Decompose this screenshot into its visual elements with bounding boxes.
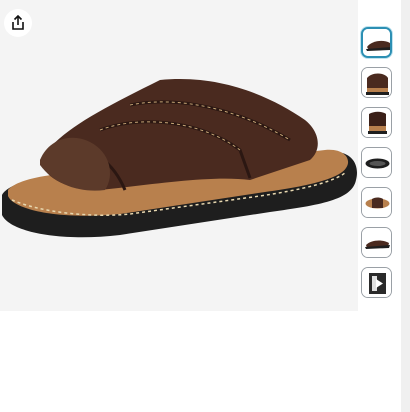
- thumbnail-6[interactable]: [361, 227, 392, 258]
- sandal-sole-thumbnail: [362, 148, 391, 177]
- thumbnail-2[interactable]: [361, 67, 392, 98]
- thumbnail-1[interactable]: [361, 27, 392, 58]
- main-product-image[interactable]: [0, 0, 358, 311]
- share-button[interactable]: [4, 9, 32, 37]
- thumbnail-4[interactable]: [361, 147, 392, 178]
- video-thumbnail: [362, 268, 391, 297]
- sandal-top-thumbnail: [362, 188, 391, 217]
- share-icon: [12, 15, 24, 30]
- sandal-pair-thumbnail: [362, 108, 391, 137]
- sandal-side-thumbnail: [363, 29, 390, 56]
- thumbnail-7[interactable]: [361, 267, 392, 298]
- thumbnail-5[interactable]: [361, 187, 392, 218]
- sandal-front-thumbnail: [362, 68, 391, 97]
- product-gallery: [0, 0, 410, 412]
- scrollbar[interactable]: [401, 0, 410, 412]
- thumbnail-3[interactable]: [361, 107, 392, 138]
- sandal-angle-thumbnail: [362, 228, 391, 257]
- sandal-illustration: [2, 79, 357, 238]
